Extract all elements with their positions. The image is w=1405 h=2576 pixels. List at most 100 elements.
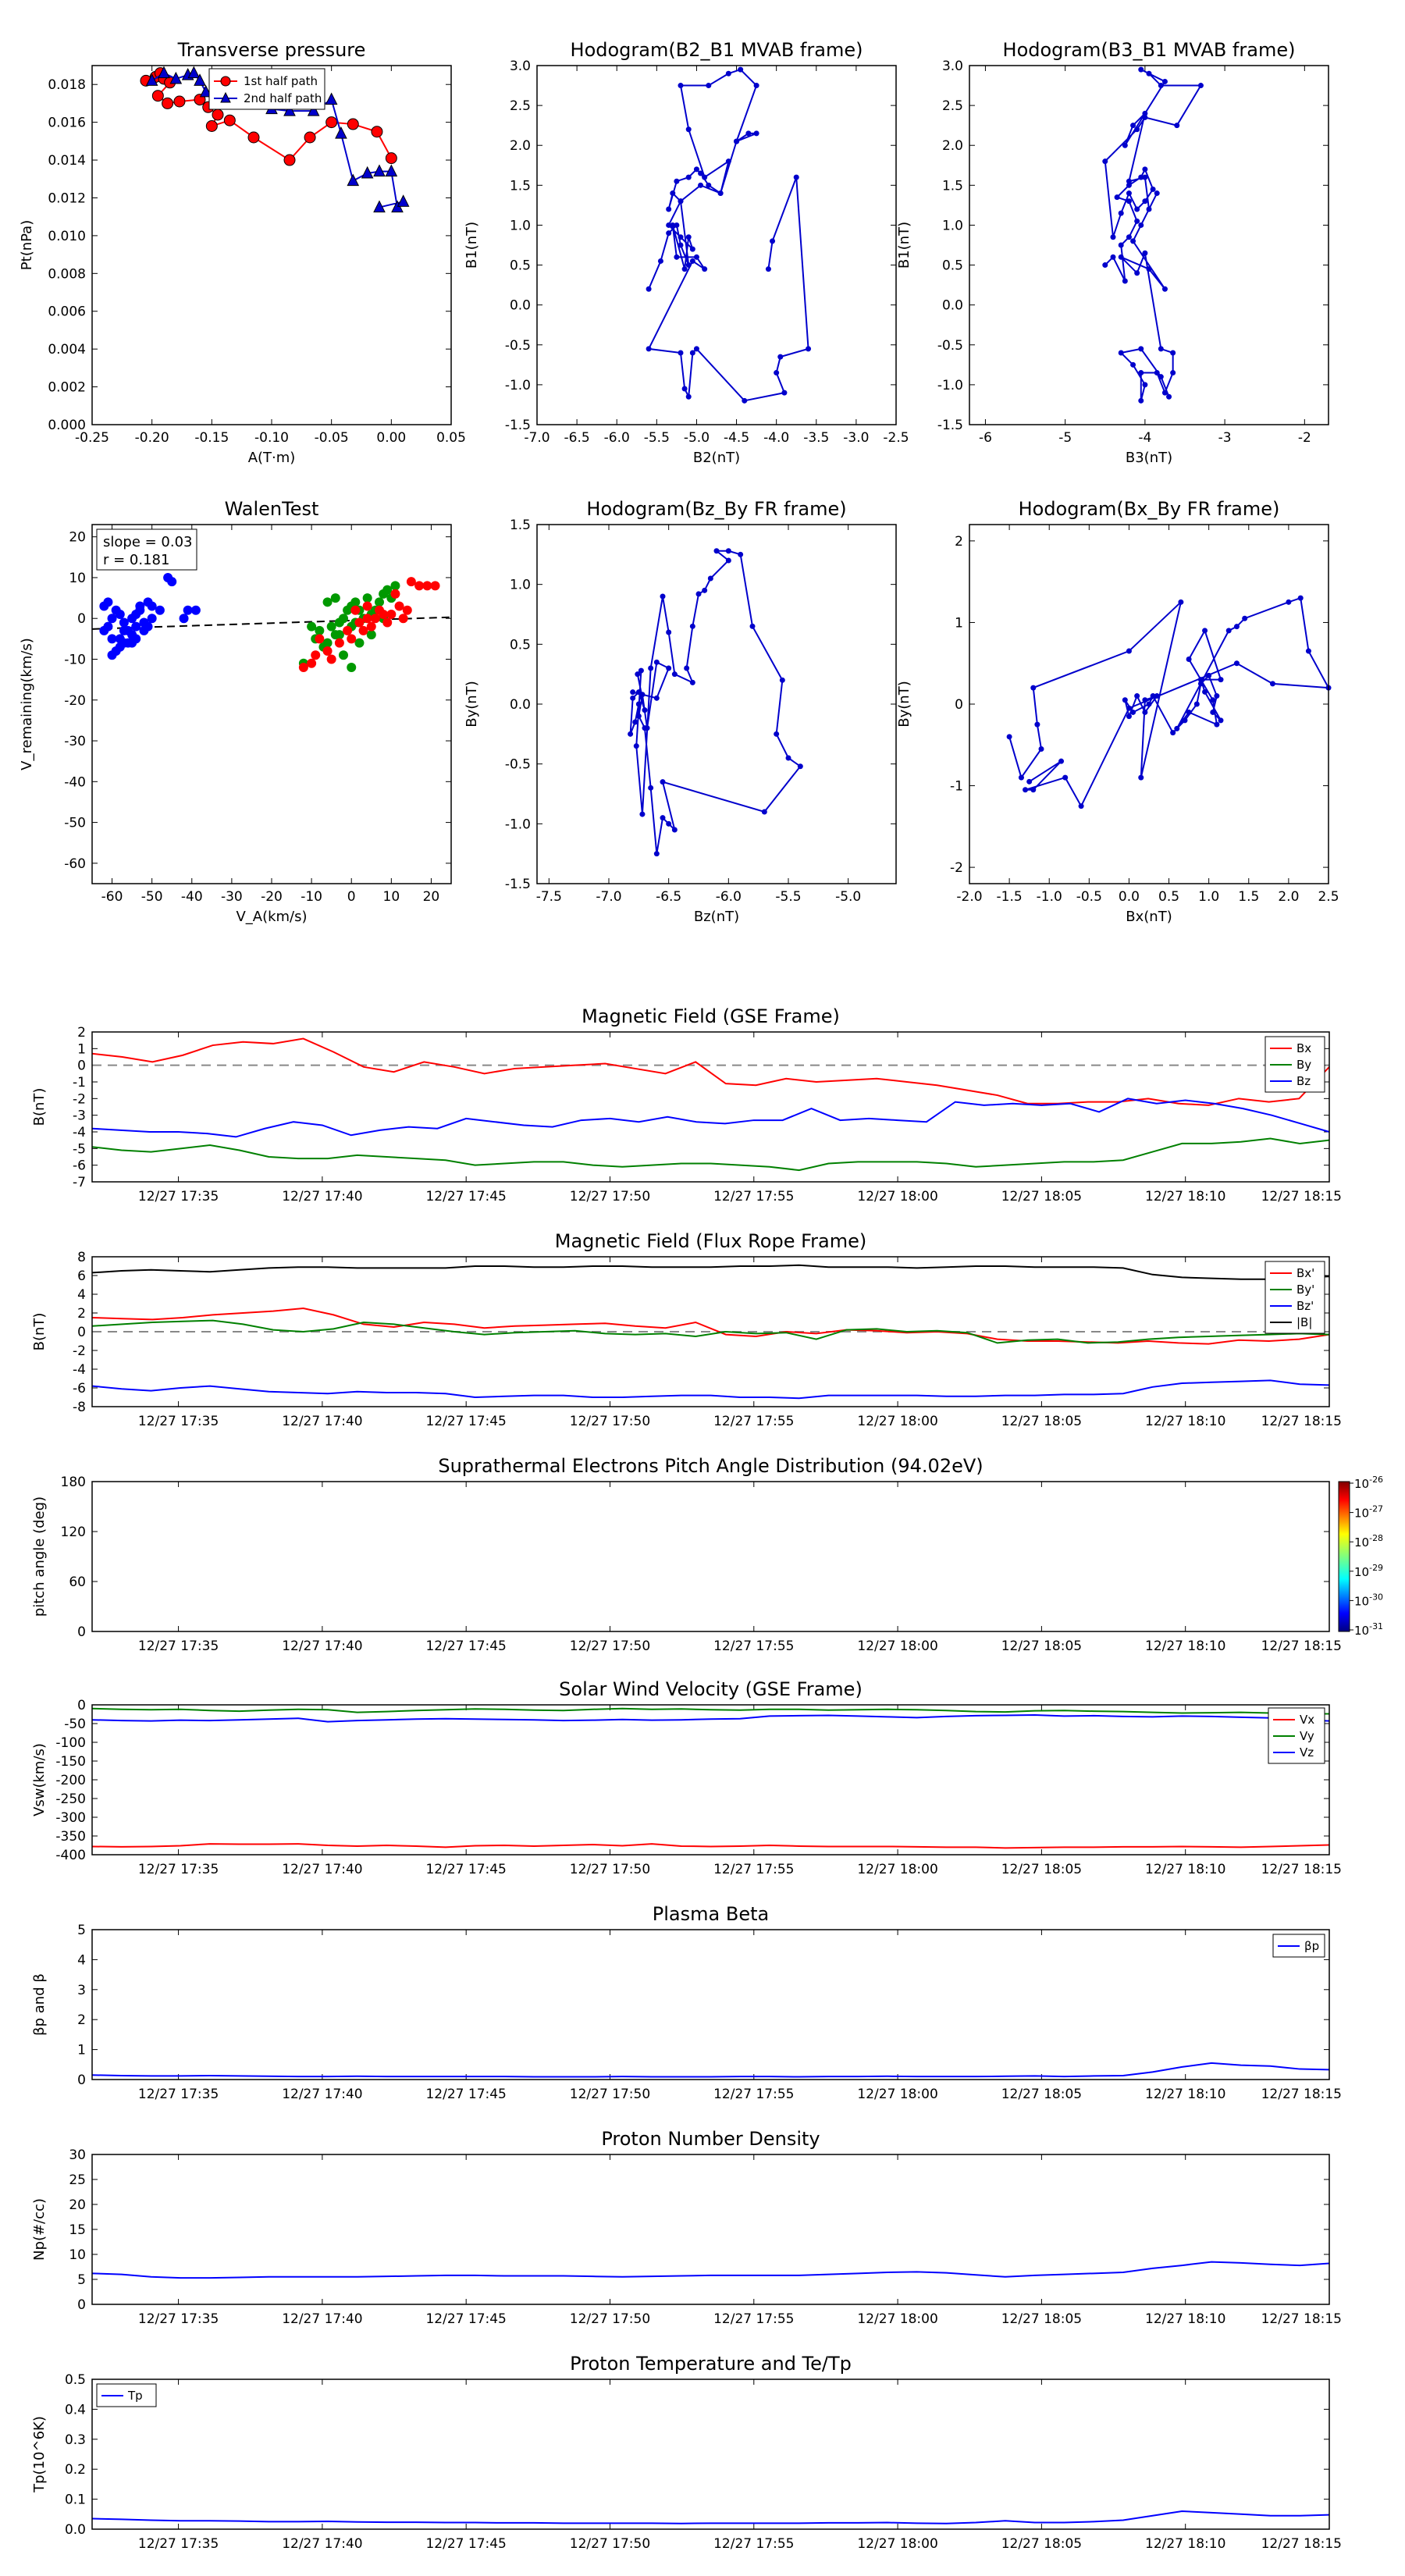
data-point	[347, 662, 357, 672]
data-point	[1130, 238, 1136, 244]
y-tick-label: 5	[77, 1923, 86, 1938]
data-point	[335, 126, 347, 139]
y-axis-label: V_remaining(km/s)	[19, 638, 35, 770]
data-point	[1142, 166, 1148, 173]
y-ticks: 0.0 0.1 0.2 0.3 0.4 0.5	[65, 2372, 1329, 2538]
data-point	[430, 581, 440, 591]
data-point	[1006, 734, 1012, 740]
hodogram-trace-line	[1008, 596, 1330, 808]
y-tick-label: 0.000	[48, 418, 86, 433]
data-point	[689, 679, 695, 685]
y-tick-label: -2	[73, 1343, 86, 1359]
time-tick-label: 12/27 17:40	[282, 2536, 362, 2552]
colorbar-gradient	[1338, 1481, 1350, 1632]
data-point	[375, 597, 384, 607]
data-point	[1202, 628, 1208, 634]
data-point	[666, 629, 672, 635]
x-tick-label: -60	[101, 889, 123, 905]
x-tick-label: 20	[423, 889, 440, 905]
time-tick-label: 12/27 18:00	[857, 1638, 937, 1654]
y-tick-label: -8	[73, 1400, 86, 1415]
time-tick-label: 12/27 17:50	[570, 1638, 650, 1654]
fit-annotation: slope = 0.03 r = 0.181	[96, 528, 197, 571]
data-point	[131, 621, 141, 632]
data-point	[362, 593, 372, 603]
data-point	[1142, 174, 1148, 180]
y-tick-label: 2.0	[942, 138, 963, 154]
plot-frame	[91, 1481, 1330, 1632]
y-tick-label: 10	[69, 2247, 86, 2263]
data-point	[1178, 599, 1184, 605]
data-point	[385, 152, 397, 165]
y-tick-label: 0.016	[48, 116, 86, 131]
data-point	[1134, 270, 1140, 276]
x-tick-label: 0.0	[1119, 889, 1140, 905]
data-point	[698, 182, 704, 188]
time-tick-label: 12/27 17:55	[713, 1414, 794, 1429]
time-ticks: 12/27 17:35 12/27 17:40 12/27 17:45 12/27 1…	[138, 2154, 1342, 2327]
data-point	[657, 258, 663, 264]
data-point	[1218, 677, 1224, 683]
chart-title: Hodogram(B2_B1 MVAB frame)	[571, 39, 863, 61]
data-point	[1158, 346, 1164, 352]
series-line-Bx	[91, 1037, 1330, 1106]
data-point	[347, 173, 360, 187]
chart-title: Suprathermal Electrons Pitch Angle Distr…	[438, 1455, 983, 1477]
colorbar-label: 10-30	[1354, 1592, 1383, 1608]
data-point	[1242, 615, 1248, 621]
time-tick-label: 12/27 17:35	[138, 2536, 219, 2552]
data-point	[1138, 222, 1144, 228]
data-point	[693, 346, 699, 352]
x-tick-label: -4	[1138, 430, 1151, 446]
y-tick-label: 0.0	[510, 697, 531, 713]
data-point	[1150, 693, 1156, 699]
data-point	[119, 638, 129, 648]
legend-label: Vy	[1300, 1729, 1314, 1743]
data-point	[1146, 701, 1152, 707]
x-tick-label: -7.0	[596, 889, 621, 905]
time-tick-label: 12/27 17:45	[425, 2311, 506, 2327]
time-tick-label: 12/27 17:40	[282, 1638, 362, 1654]
data-point	[1197, 677, 1204, 683]
walen-points	[92, 572, 451, 672]
colorbar-label: 10-31	[1354, 1621, 1383, 1638]
plot-frame	[91, 524, 452, 884]
y-axis-label: Np(#/cc)	[31, 2198, 48, 2261]
data-point	[190, 605, 201, 615]
y-tick-label: -400	[55, 1848, 86, 1863]
y-tick-label: 0.5	[510, 637, 531, 653]
panel-proton-density: Proton Number Density12/27 17:35 12/27 17…	[31, 2128, 1342, 2327]
data-point	[725, 70, 731, 76]
y-tick-label: 10	[69, 571, 86, 586]
hodogram-trace	[646, 66, 812, 404]
colorbar-label: 10-29	[1354, 1563, 1383, 1579]
y-axis-label: pitch angle (deg)	[31, 1496, 48, 1617]
y-axis-label: Vsw(km/s)	[31, 1743, 48, 1816]
y-tick-label: 0.006	[48, 304, 86, 320]
y-ticks: -2 -1 0 1 2	[950, 534, 1329, 876]
data-point	[670, 222, 676, 228]
data-point	[330, 593, 340, 603]
slope-label: slope = 0.03	[103, 534, 193, 550]
y-tick-label: 0.010	[48, 229, 86, 244]
series-blue	[99, 572, 201, 660]
time-tick-label: 12/27 18:05	[1001, 1414, 1082, 1429]
data-point	[660, 593, 666, 600]
data-point	[1126, 234, 1132, 240]
time-tick-label: 12/27 18:15	[1261, 1638, 1342, 1654]
panel-transverse-pressure: Transverse pressure-0.25 -0.20 -0.15 -0.10-…	[19, 39, 466, 466]
data-point	[681, 266, 688, 272]
data-point	[779, 677, 785, 683]
data-point	[660, 815, 666, 821]
legend-marker	[220, 76, 231, 87]
data-point	[1174, 123, 1180, 129]
r-label: r = 0.181	[103, 552, 169, 568]
panel-solar-wind-velocity: Solar Wind Velocity (GSE Frame) 12/27 17:…	[31, 1678, 1342, 1877]
y-tick-label: -60	[64, 856, 86, 872]
chart-title: Proton Temperature and Te/Tp	[570, 2353, 852, 2375]
x-tick-label: -6.0	[604, 430, 630, 446]
data-point	[173, 95, 186, 108]
y-tick-label: 3.0	[510, 59, 531, 74]
data-point	[322, 597, 333, 607]
y-axis-label: βp and β	[31, 1973, 48, 2036]
